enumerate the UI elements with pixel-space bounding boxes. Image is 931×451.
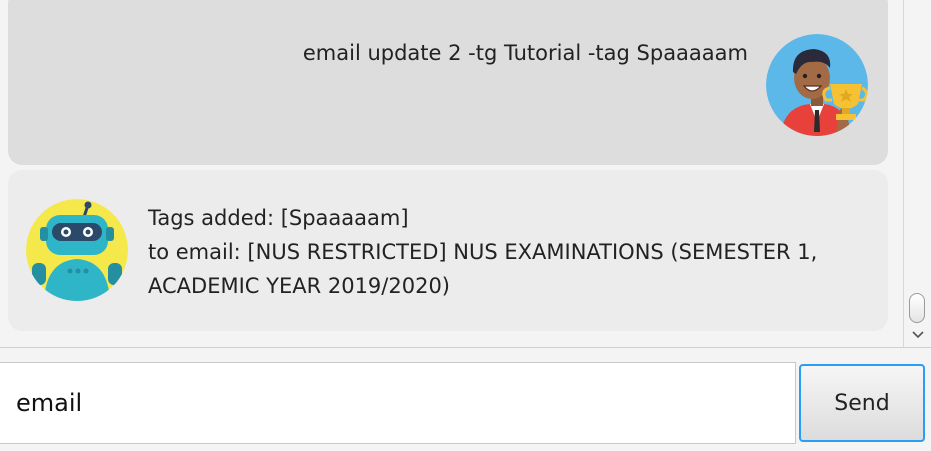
bot-message-text: Tags added: [Spaaaaam] to email: [NUS RE… — [148, 201, 848, 303]
bot-message-line: ACADEMIC YEAR 2019/2020) — [148, 274, 450, 298]
bot-message-line: Tags added: [Spaaaaam] — [148, 206, 409, 230]
bot-message-line: to email: [NUS RESTRICTED] NUS EXAMINATI… — [148, 240, 818, 264]
command-input[interactable] — [0, 362, 796, 444]
scroll-down-arrow-icon[interactable] — [911, 328, 925, 342]
vertical-scrollbar[interactable] — [903, 0, 931, 347]
bot-message-bubble: Tags added: [Spaaaaam] to email: [NUS RE… — [8, 170, 888, 331]
scrollbar-thumb[interactable] — [909, 293, 925, 323]
command-bar: Send — [0, 348, 931, 451]
send-button[interactable]: Send — [799, 364, 925, 442]
dialog-container[interactable]: email update 2 -tg Tutorial -tag Spaaaaa… — [0, 0, 903, 347]
user-message-text: email update 2 -tg Tutorial -tag Spaaaaa… — [302, 41, 748, 65]
robot-avatar-icon — [26, 199, 128, 301]
user-trophy-avatar-icon — [766, 34, 868, 136]
chat-window: email update 2 -tg Tutorial -tag Spaaaaa… — [0, 0, 931, 451]
user-message-bubble: email update 2 -tg Tutorial -tag Spaaaaa… — [8, 0, 888, 165]
